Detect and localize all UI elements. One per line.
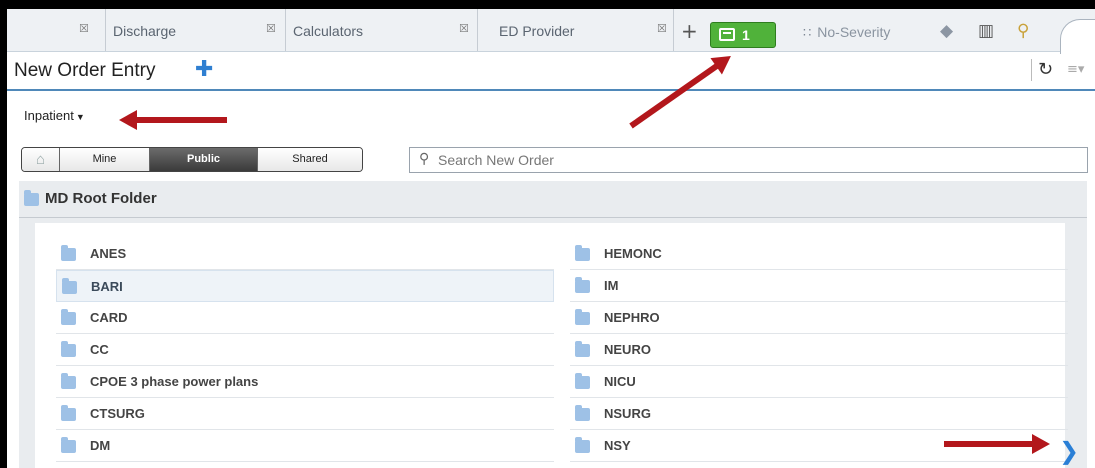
root-folder-label: MD Root Folder [45, 190, 157, 207]
page-header: New Order Entry ✚ ↻ ≡▾ [7, 52, 1095, 91]
folder-list: ANES BARI CARD CC CPOE 3 phase power pla… [35, 223, 1068, 468]
close-icon[interactable]: ☒ [79, 22, 89, 35]
folder-label: NEURO [604, 342, 651, 357]
tab-label: Calculators [293, 23, 364, 39]
add-tab-icon[interactable]: + [681, 19, 698, 43]
folder-label: CARD [90, 310, 128, 325]
severity-label: No-Severity [817, 24, 891, 40]
folder-label: NSY [604, 438, 631, 453]
folder-icon [61, 309, 76, 325]
folder-icon [575, 309, 590, 325]
close-icon[interactable]: ☒ [459, 22, 469, 35]
folder-item[interactable]: ANES [56, 238, 554, 270]
home-icon[interactable]: ⌂ [22, 148, 60, 171]
messages-button[interactable]: 1 [710, 22, 776, 48]
refresh-icon[interactable]: ↻ [1031, 59, 1053, 81]
folder-item[interactable]: NEURO [570, 334, 1068, 366]
venue-dropdown[interactable]: Inpatient ▼ [24, 108, 85, 123]
folder-label: ANES [90, 246, 127, 261]
folder-label: NICU [604, 374, 636, 389]
folder-icon [575, 245, 590, 261]
chevron-down-icon: ▼ [75, 112, 85, 122]
folder-label: CPOE 3 phase power plans [90, 374, 259, 389]
filter-shared[interactable]: Shared [258, 148, 362, 171]
search-icon: ⚲ [419, 151, 430, 167]
tab-edge [1060, 19, 1095, 54]
inbox-icon [719, 28, 735, 41]
venue-label: Inpatient [24, 108, 74, 123]
arrow-head [1032, 434, 1050, 454]
order-entry-window: ☒ Discharge ☒ Calculators ☒ ED Provider … [7, 9, 1095, 468]
menu-icon[interactable]: ≡▾ [1067, 62, 1084, 77]
tab-previous[interactable]: ☒ [7, 9, 106, 51]
folder-item[interactable]: NSURG [570, 398, 1068, 430]
arrow-head [119, 110, 137, 130]
folder-item[interactable]: CC [56, 334, 554, 366]
tag-icon[interactable]: ◆ [940, 21, 953, 41]
folder-item[interactable]: CTSURG [56, 398, 554, 430]
folder-item[interactable]: CARD [56, 302, 554, 334]
folder-icon [575, 341, 590, 357]
door-exit-icon[interactable]: ▥ [978, 21, 994, 41]
folder-label: CC [90, 342, 109, 357]
folder-icon [61, 245, 76, 261]
folder-label: IM [604, 278, 619, 293]
folder-item[interactable]: IM [570, 270, 1068, 302]
search-icon[interactable]: ⚲ [1017, 21, 1029, 41]
folder-item[interactable]: CPOE 3 phase power plans [56, 366, 554, 398]
folder-label: HEMONC [604, 246, 662, 261]
folder-icon [575, 373, 590, 389]
folder-panel: MD Root Folder ANES BARI CARD CC CPOE 3 … [19, 181, 1087, 468]
tab-label: ED Provider [499, 23, 575, 39]
filter-public[interactable]: Public [150, 148, 258, 171]
tab-label: Discharge [113, 23, 177, 39]
message-count: 1 [742, 27, 750, 43]
tab-ed-provider[interactable]: ED Provider ☒ [477, 9, 674, 51]
filter-mine[interactable]: Mine [60, 148, 150, 171]
folder-item[interactable]: HEMONC [570, 238, 1068, 270]
folder-icon [61, 373, 76, 389]
people-icon: ∷ [803, 25, 812, 40]
search-box: ⚲ [409, 147, 1088, 173]
folder-icon [61, 341, 76, 357]
folder-icon [61, 405, 76, 421]
folder-icon [575, 277, 590, 293]
severity-selector[interactable]: ∷ No-Severity [803, 24, 890, 41]
page-title: New Order Entry [14, 60, 156, 81]
folder-column-right: HEMONC IM NEPHRO NEURO NICU NSURG NSY [570, 238, 1068, 462]
folder-label: CTSURG [90, 406, 145, 421]
tab-calculators[interactable]: Calculators ☒ [285, 9, 478, 51]
close-icon[interactable]: ☒ [657, 22, 667, 35]
annotation-arrow [944, 434, 1050, 454]
folder-label: NSURG [604, 406, 651, 421]
folder-label: BARI [91, 279, 123, 294]
folder-icon [62, 278, 77, 294]
root-folder[interactable]: MD Root Folder [19, 181, 1087, 218]
search-input[interactable] [436, 151, 1080, 169]
folder-icon [575, 437, 590, 453]
folder-label: DM [90, 438, 111, 453]
folder-filter: ⌂ Mine Public Shared [21, 147, 363, 172]
folder-icon [61, 437, 76, 453]
add-icon[interactable]: ✚ [195, 57, 213, 82]
folder-item[interactable]: DM [56, 430, 554, 462]
tab-bar: ☒ Discharge ☒ Calculators ☒ ED Provider … [7, 9, 1095, 54]
folder-label: NEPHRO [604, 310, 660, 325]
folder-item[interactable]: BARI [56, 270, 554, 302]
folder-icon [575, 405, 590, 421]
folder-item[interactable]: NICU [570, 366, 1068, 398]
folder-item[interactable]: NEPHRO [570, 302, 1068, 334]
annotation-arrow [119, 110, 227, 130]
tab-discharge[interactable]: Discharge ☒ [105, 9, 286, 51]
chevron-right-icon[interactable]: ❯ [1059, 437, 1079, 465]
close-icon[interactable]: ☒ [266, 22, 276, 35]
folder-icon [24, 190, 39, 206]
folder-column-left: ANES BARI CARD CC CPOE 3 phase power pla… [56, 238, 554, 462]
